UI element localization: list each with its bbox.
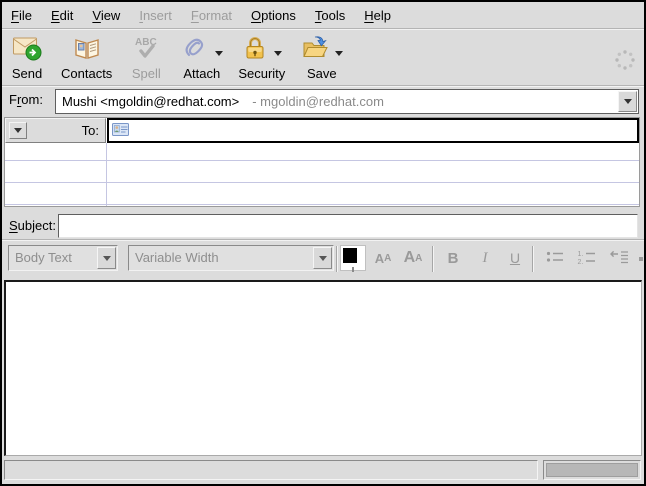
font-family-combo: Variable Width — [128, 245, 334, 271]
chevron-down-icon — [14, 128, 22, 133]
underline-icon: U — [510, 250, 520, 266]
save-folder-icon — [300, 34, 330, 65]
padlock-icon — [241, 34, 269, 65]
underline-button: U — [502, 245, 528, 271]
progress-bar — [543, 460, 641, 480]
statusbar — [2, 458, 644, 484]
attach-button[interactable]: Attach — [180, 34, 223, 81]
font-family-dropdown-button — [313, 247, 332, 269]
to-field-selector-button[interactable]: To: — [5, 118, 106, 143]
svg-text:2.: 2. — [578, 259, 584, 265]
outdent-icon — [609, 249, 629, 268]
from-label: From: — [9, 92, 43, 107]
send-button[interactable]: Send — [8, 34, 46, 81]
recipient-type-dropdown[interactable] — [9, 122, 27, 139]
from-account-value: Mushi <mgoldin@redhat.com> — [62, 94, 239, 109]
svg-text:1.: 1. — [578, 251, 584, 258]
status-message — [4, 460, 538, 480]
chevron-down-icon — [319, 256, 327, 261]
email-composer-window: File Edit View Insert Format Options Too… — [0, 0, 646, 486]
send-mail-icon — [12, 34, 42, 65]
menu-tools[interactable]: Tools — [315, 8, 345, 23]
contacts-button-label: Contacts — [61, 66, 112, 81]
shrink-font-icon: A — [375, 251, 384, 266]
subject-input[interactable] — [58, 214, 638, 238]
send-button-label: Send — [12, 66, 42, 81]
grid-line — [5, 204, 639, 205]
menu-help[interactable]: Help — [364, 8, 391, 23]
paragraph-style-dropdown-button — [97, 247, 116, 269]
outdent-button — [606, 245, 632, 271]
from-account-combo[interactable]: Mushi <mgoldin@redhat.com> - mgoldin@redh… — [55, 89, 639, 114]
spell-check-icon: ABC — [131, 34, 161, 65]
numbered-list-button: 1. 2. — [574, 245, 600, 271]
menu-file[interactable]: File — [11, 8, 32, 23]
grow-font-icon: A — [404, 249, 416, 267]
save-menu-arrow[interactable] — [335, 51, 343, 56]
to-label: To: — [82, 123, 99, 138]
grow-font-button: AA — [400, 245, 426, 271]
menu-edit[interactable]: Edit — [51, 8, 73, 23]
progress-trough — [546, 463, 638, 477]
save-button[interactable]: Save — [300, 34, 343, 81]
contact-card-icon — [112, 122, 130, 140]
bold-icon: B — [448, 250, 459, 267]
security-button[interactable]: Security — [238, 34, 285, 81]
contacts-button[interactable]: Contacts — [61, 34, 112, 81]
chevron-down-icon — [103, 256, 111, 261]
message-body-editor[interactable] — [4, 280, 642, 456]
italic-button: I — [472, 245, 498, 271]
security-menu-arrow[interactable] — [274, 51, 282, 56]
attach-button-label: Attach — [183, 66, 220, 81]
spell-button: ABC Spell — [127, 34, 165, 81]
toolbar-overflow-dot — [639, 257, 643, 261]
address-book-icon — [72, 34, 102, 65]
menu-view[interactable]: View — [92, 8, 120, 23]
spell-button-label: Spell — [132, 66, 161, 81]
font-family-value: Variable Width — [135, 246, 219, 270]
bulleted-list-button — [542, 245, 568, 271]
bold-button: B — [440, 245, 466, 271]
menu-options[interactable]: Options — [251, 8, 296, 23]
paperclip-icon — [180, 34, 210, 65]
idle-spinner-icon — [613, 48, 637, 75]
shrink-font-button: AA — [370, 245, 396, 271]
save-button-label: Save — [307, 66, 337, 81]
to-address-input[interactable] — [107, 118, 639, 143]
menu-format: Format — [191, 8, 232, 23]
grid-line — [5, 160, 639, 161]
bulleted-list-icon — [545, 249, 565, 268]
text-color-picker — [340, 245, 366, 271]
grid-column-divider — [106, 143, 107, 206]
chevron-down-icon — [624, 99, 632, 104]
recipients-grid: To: — [4, 117, 640, 207]
toolbar-separator — [2, 85, 644, 87]
menubar: File Edit View Insert Format Options Too… — [2, 2, 644, 28]
toolbar-divider — [532, 246, 534, 272]
toolbar-divider — [432, 246, 434, 272]
from-account-email: - mgoldin@redhat.com — [252, 94, 384, 109]
subject-label: Subject: — [9, 218, 56, 233]
italic-icon: I — [483, 250, 488, 267]
toolbar-divider — [336, 246, 338, 272]
main-toolbar: Send Contacts — [2, 30, 644, 84]
menu-insert: Insert — [139, 8, 172, 23]
numbered-list-icon: 1. 2. — [577, 249, 597, 268]
security-button-label: Security — [238, 66, 285, 81]
grid-line — [5, 182, 639, 183]
text-color-dropdown-tick — [352, 267, 354, 272]
text-color-swatch — [343, 248, 357, 263]
paragraph-style-combo: Body Text — [8, 245, 118, 271]
paragraph-style-value: Body Text — [15, 246, 72, 270]
formatting-toolbar: Body Text Variable Width AA AA B I — [2, 241, 644, 278]
from-combo-dropdown-button[interactable] — [618, 91, 637, 112]
attach-menu-arrow[interactable] — [215, 51, 223, 56]
